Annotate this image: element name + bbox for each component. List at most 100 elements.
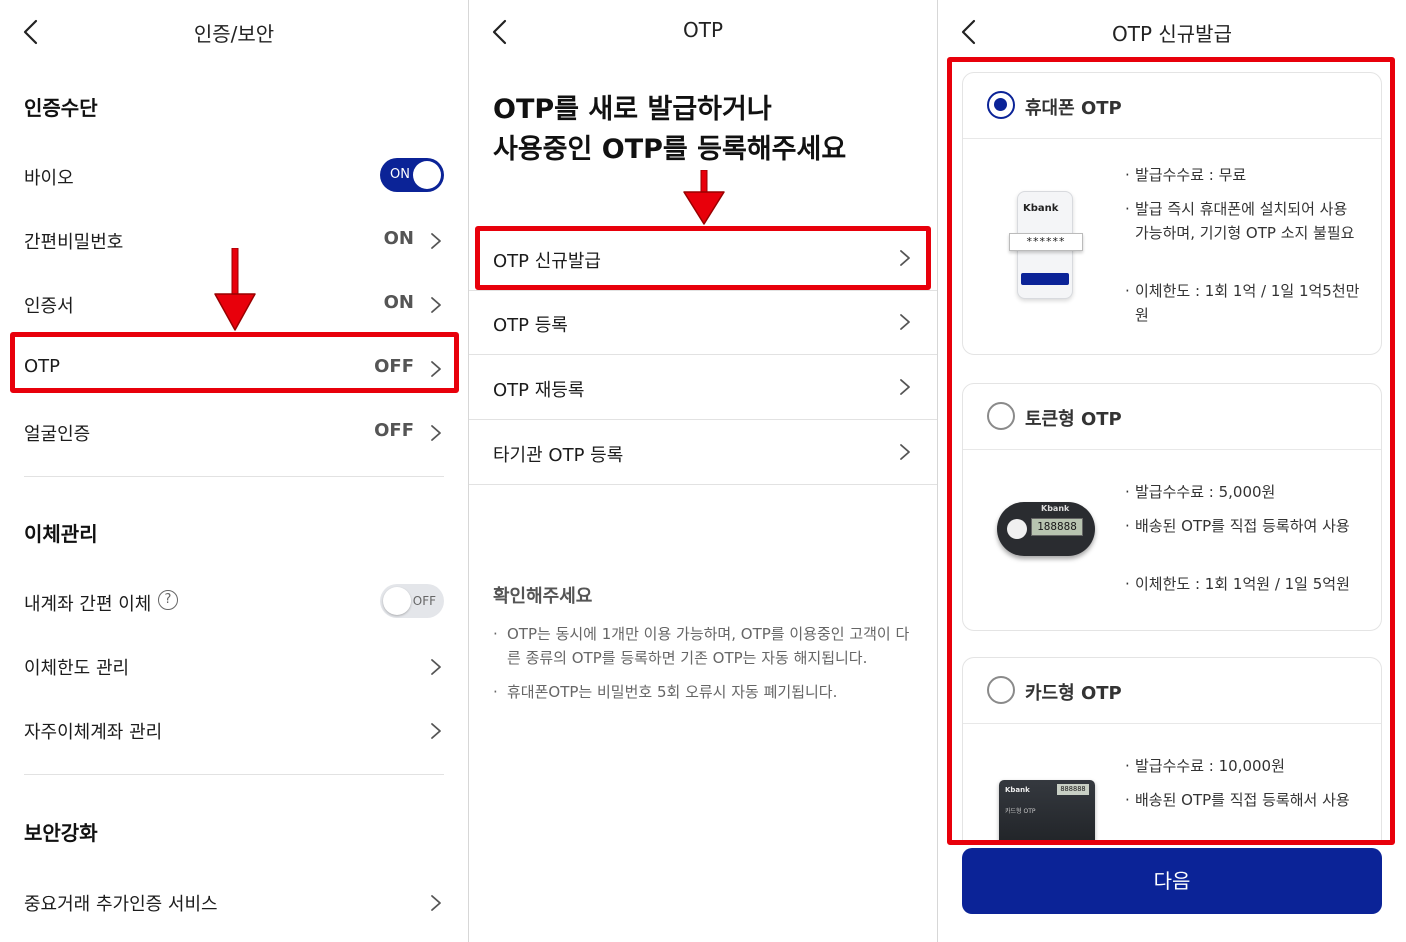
option-card-phone-otp[interactable]: 휴대폰 OTP Kbank ****** · 발급수수료 : 무료 · 발급 즉시 … — [962, 72, 1382, 355]
bullet: · — [1125, 282, 1130, 300]
chevron-right-icon — [899, 249, 911, 267]
otp-new-issue-screen: OTP 신규발급 휴대폰 OTP Kbank ****** · 발급수수료 : 무… — [938, 0, 1406, 942]
chevron-right-icon — [899, 378, 911, 396]
option-card-token-otp[interactable]: 토큰형 OTP Kbank 188888 · 발급수수료 : 5,000원 · 배송… — [962, 383, 1382, 631]
top-bar: OTP 신규발급 — [938, 0, 1406, 62]
chevron-right-icon — [899, 313, 911, 331]
card-otp-image: Kbank 888888 카드형 OTP — [999, 780, 1095, 842]
auth-security-screen: 인증/보안 인증수단 바이오 ON 간편비밀번호 ON 인증서 ON OTP O… — [0, 0, 468, 942]
menu-other-institution-otp[interactable]: 타기관 OTP 등록 — [469, 421, 937, 485]
menu-label: OTP 재등록 — [493, 380, 585, 401]
divider — [24, 774, 444, 775]
card-header[interactable]: 토큰형 OTP — [963, 384, 1381, 450]
chevron-right-icon — [430, 722, 442, 740]
bio-toggle[interactable]: ON — [380, 158, 444, 192]
section-title-auth: 인증수단 — [24, 96, 98, 120]
headline: OTP를 새로 발급하거나 사용중인 OTP를 등록해주세요 — [493, 90, 846, 170]
info-text: 이체한도 : 1회 1억 / 1일 1억5천만원 — [1135, 282, 1360, 324]
bullet: · — [1125, 200, 1130, 218]
row-label: OTP — [24, 356, 61, 377]
chevron-right-icon — [430, 658, 442, 676]
radio-unselected[interactable] — [987, 676, 1015, 704]
info-text: 배송된 OTP를 직접 등록해서 사용 — [1135, 791, 1350, 809]
row-extra-auth[interactable]: 중요거래 추가인증 서비스 — [12, 872, 456, 932]
top-bar: OTP — [469, 0, 937, 62]
menu-label: OTP 신규발급 — [493, 251, 601, 272]
status-value: OFF — [374, 356, 414, 377]
headline-line-2: 사용중인 OTP를 등록해주세요 — [493, 134, 847, 165]
menu-label: OTP 등록 — [493, 315, 568, 336]
row-label: 내계좌 간편 이체 — [24, 594, 152, 615]
menu-label: 타기관 OTP 등록 — [493, 445, 624, 466]
info-item: · 배송된 OTP를 직접 등록해서 사용 — [1125, 788, 1361, 812]
row-label: 자주이체계좌 관리 — [24, 722, 163, 743]
headline-line-1: OTP를 새로 발급하거나 — [493, 94, 772, 125]
row-otp[interactable]: OTP OFF — [12, 338, 456, 398]
info-item: · 이체한도 : 1회 1억 / 1일 1억5천만원 — [1125, 279, 1361, 327]
lcd-code: 188888 — [1031, 518, 1083, 536]
masked-code: ****** — [1009, 233, 1083, 251]
row-label: 인증서 — [24, 296, 74, 317]
chevron-right-icon — [430, 360, 442, 378]
down-arrow-annotation-icon — [213, 247, 257, 332]
brand-text: Kbank — [1041, 504, 1070, 513]
option-card-card-otp[interactable]: 카드형 OTP Kbank 888888 카드형 OTP · 발급수수료 : 10… — [962, 657, 1382, 842]
bullet: · — [493, 683, 498, 701]
card-header[interactable]: 카드형 OTP — [963, 658, 1381, 724]
radio-selected[interactable] — [987, 91, 1015, 119]
radio-unselected[interactable] — [987, 402, 1015, 430]
bullet: · — [1125, 791, 1130, 809]
row-transfer-limit[interactable]: 이체한도 관리 — [12, 636, 456, 696]
menu-otp-new-issue[interactable]: OTP 신규발급 — [469, 227, 937, 291]
section-title-transfer: 이체관리 — [24, 522, 98, 546]
notice-text: 휴대폰OTP는 비밀번호 5회 오류시 자동 폐기됩니다. — [507, 683, 838, 701]
my-account-toggle[interactable]: OFF — [380, 584, 444, 618]
row-label: 바이오 — [24, 168, 74, 189]
card-header[interactable]: 휴대폰 OTP — [963, 73, 1381, 139]
notice-item: · OTP는 동시에 1개만 이용 가능하며, OTP를 이용중인 고객이 다른… — [493, 622, 913, 670]
status-value: OFF — [374, 420, 414, 441]
menu-otp-register[interactable]: OTP 등록 — [469, 291, 937, 355]
lcd-code: 888888 — [1057, 784, 1089, 795]
info-text: 발급수수료 : 무료 — [1135, 166, 1247, 184]
brand-text: Kbank — [1005, 786, 1030, 794]
info-item: · 배송된 OTP를 직접 등록하여 사용 — [1125, 514, 1361, 538]
bullet: · — [1125, 757, 1130, 775]
section-title-security: 보안강화 — [24, 821, 98, 845]
row-bio[interactable]: 바이오 ON — [12, 146, 456, 206]
row-label: 간편비밀번호 — [24, 232, 124, 253]
toggle-knob — [383, 587, 411, 615]
info-text: 발급수수료 : 10,000원 — [1135, 757, 1285, 775]
page-title: 인증/보안 — [193, 22, 275, 46]
next-button[interactable]: 다음 — [962, 848, 1382, 914]
notice-text: OTP는 동시에 1개만 이용 가능하며, OTP를 이용중인 고객이 다른 종… — [507, 625, 910, 667]
notice-item: · 휴대폰OTP는 비밀번호 5회 오류시 자동 폐기됩니다. — [493, 680, 913, 704]
info-item: · 발급수수료 : 10,000원 — [1125, 754, 1361, 778]
card-label: 카드형 OTP — [1005, 808, 1036, 815]
row-frequent-accounts[interactable]: 자주이체계좌 관리 — [12, 700, 456, 760]
chevron-right-icon — [430, 296, 442, 314]
row-label: 이체한도 관리 — [24, 658, 130, 679]
help-icon[interactable]: ? — [158, 590, 178, 610]
row-my-account-transfer[interactable]: 내계좌 간편 이체 ? OFF — [12, 572, 456, 632]
menu-otp-reregister[interactable]: OTP 재등록 — [469, 356, 937, 420]
info-text: 배송된 OTP를 직접 등록하여 사용 — [1135, 517, 1350, 535]
top-bar: 인증/보안 — [0, 0, 468, 62]
info-item: · 발급수수료 : 무료 — [1125, 163, 1361, 187]
option-name: 토큰형 OTP — [1025, 409, 1122, 430]
row-label: 중요거래 추가인증 서비스 — [24, 894, 218, 915]
notice-title: 확인해주세요 — [493, 586, 593, 607]
chevron-right-icon — [430, 894, 442, 912]
row-label: 얼굴인증 — [24, 424, 91, 445]
toggle-state: ON — [390, 167, 410, 182]
toggle-knob — [413, 161, 441, 189]
phone-otp-image: Kbank ****** — [1009, 191, 1083, 301]
bullet: · — [493, 625, 498, 643]
info-item: · 발급수수료 : 5,000원 — [1125, 480, 1361, 504]
info-text: 발급수수료 : 5,000원 — [1135, 483, 1276, 501]
row-face-auth[interactable]: 얼굴인증 OFF — [12, 402, 456, 462]
chevron-right-icon — [899, 443, 911, 461]
page-title: OTP 신규발급 — [1112, 22, 1232, 46]
status-value: ON — [383, 292, 414, 313]
status-value: ON — [383, 228, 414, 249]
